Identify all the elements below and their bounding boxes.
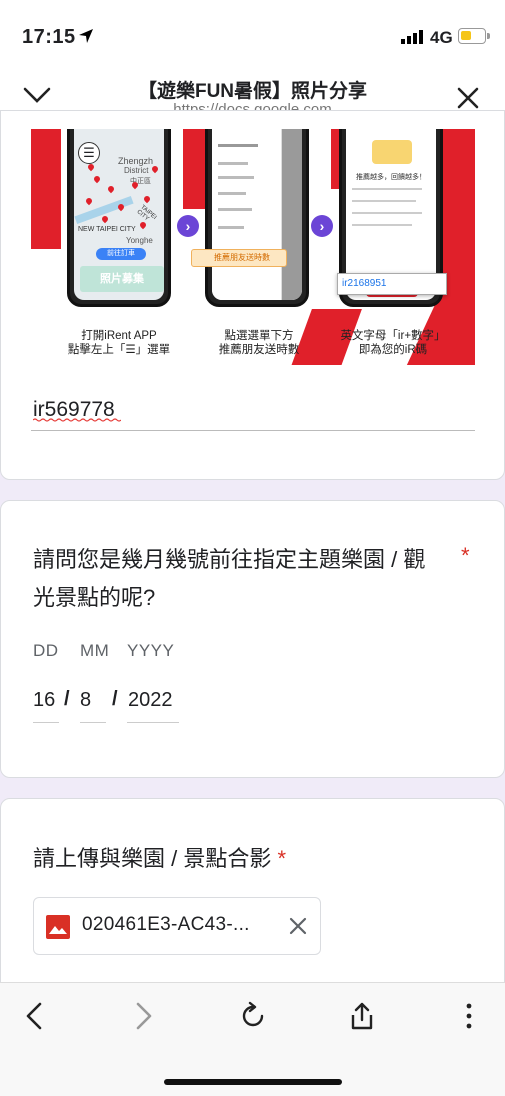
required-mark: * <box>277 846 287 871</box>
battery-icon <box>458 28 490 44</box>
date-separator: / <box>112 688 118 710</box>
more-icon[interactable] <box>464 1001 474 1031</box>
caption-step-3: 英文字母「ir+數字」 即為您的iR碼 <box>340 330 446 356</box>
signal-icon <box>401 30 423 44</box>
day-underline <box>33 722 59 723</box>
home-indicator[interactable] <box>164 1079 342 1085</box>
phone3-ir-code: ir2168951 <box>337 273 447 295</box>
reload-icon[interactable] <box>238 1001 268 1031</box>
image-file-icon <box>46 915 70 939</box>
chevron-down-icon[interactable] <box>22 84 52 106</box>
month-input[interactable]: 8 <box>80 689 91 712</box>
date-separator: / <box>64 688 70 710</box>
answer-underline <box>31 430 475 431</box>
year-underline <box>127 722 179 723</box>
location-arrow-icon <box>79 29 93 43</box>
instruction-image: ☰ Zhengzh District 中正區 Yonghe NEW TAIPEI… <box>31 129 475 365</box>
question-card-date: 請問您是幾月幾號前往指定主題樂園 / 觀光景點的呢? * DD MM YYYY … <box>0 500 505 778</box>
step-arrow-icon: › <box>311 215 333 237</box>
day-input[interactable]: 16 <box>33 689 55 712</box>
day-label: DD <box>33 641 59 660</box>
network-type: 4G <box>430 28 453 47</box>
status-time: 17:15 <box>22 26 76 48</box>
remove-icon[interactable] <box>288 916 308 936</box>
month-underline <box>80 722 106 723</box>
page-title: 【遊樂FUN暑假】照片分享 <box>137 81 368 102</box>
caption-step-2: 點選選單下方 推薦朋友送時數 <box>218 330 300 356</box>
spellcheck-underline <box>33 418 121 422</box>
file-name: 020461E3-AC43-... <box>82 914 250 935</box>
caption-step-1: 打開iRent APP 點擊左上「☰」選單 <box>67 330 171 356</box>
uploaded-file-chip[interactable]: 020461E3-AC43-... <box>33 897 321 955</box>
share-icon[interactable] <box>348 1001 376 1031</box>
year-input[interactable]: 2022 <box>128 689 173 712</box>
year-label: YYYY <box>127 641 175 660</box>
question-title: 請問您是幾月幾號前往指定主題樂園 / 觀光景點的呢? <box>33 547 426 610</box>
month-label: MM <box>80 641 110 660</box>
status-bar: 17:15 4G <box>0 0 505 70</box>
question-card-ir-code: ☰ Zhengzh District 中正區 Yonghe NEW TAIPEI… <box>0 110 505 480</box>
phone2-banner: 推薦朋友送時數 <box>191 249 287 267</box>
phone-screenshot-2 <box>205 129 309 307</box>
step-arrow-icon: › <box>177 215 199 237</box>
phone-screenshot-1: ☰ Zhengzh District 中正區 Yonghe NEW TAIPEI… <box>67 129 171 307</box>
question-card-upload: 請上傳與樂園 / 景點合影 * 020461E3-AC43-... <box>0 798 505 998</box>
required-mark: * <box>461 543 470 568</box>
close-icon[interactable] <box>456 86 480 110</box>
browser-toolbar <box>0 982 505 1096</box>
question-title: 請上傳與樂園 / 景點合影 * <box>33 846 287 871</box>
back-icon[interactable] <box>24 1001 46 1031</box>
forward-icon[interactable] <box>132 1001 154 1031</box>
